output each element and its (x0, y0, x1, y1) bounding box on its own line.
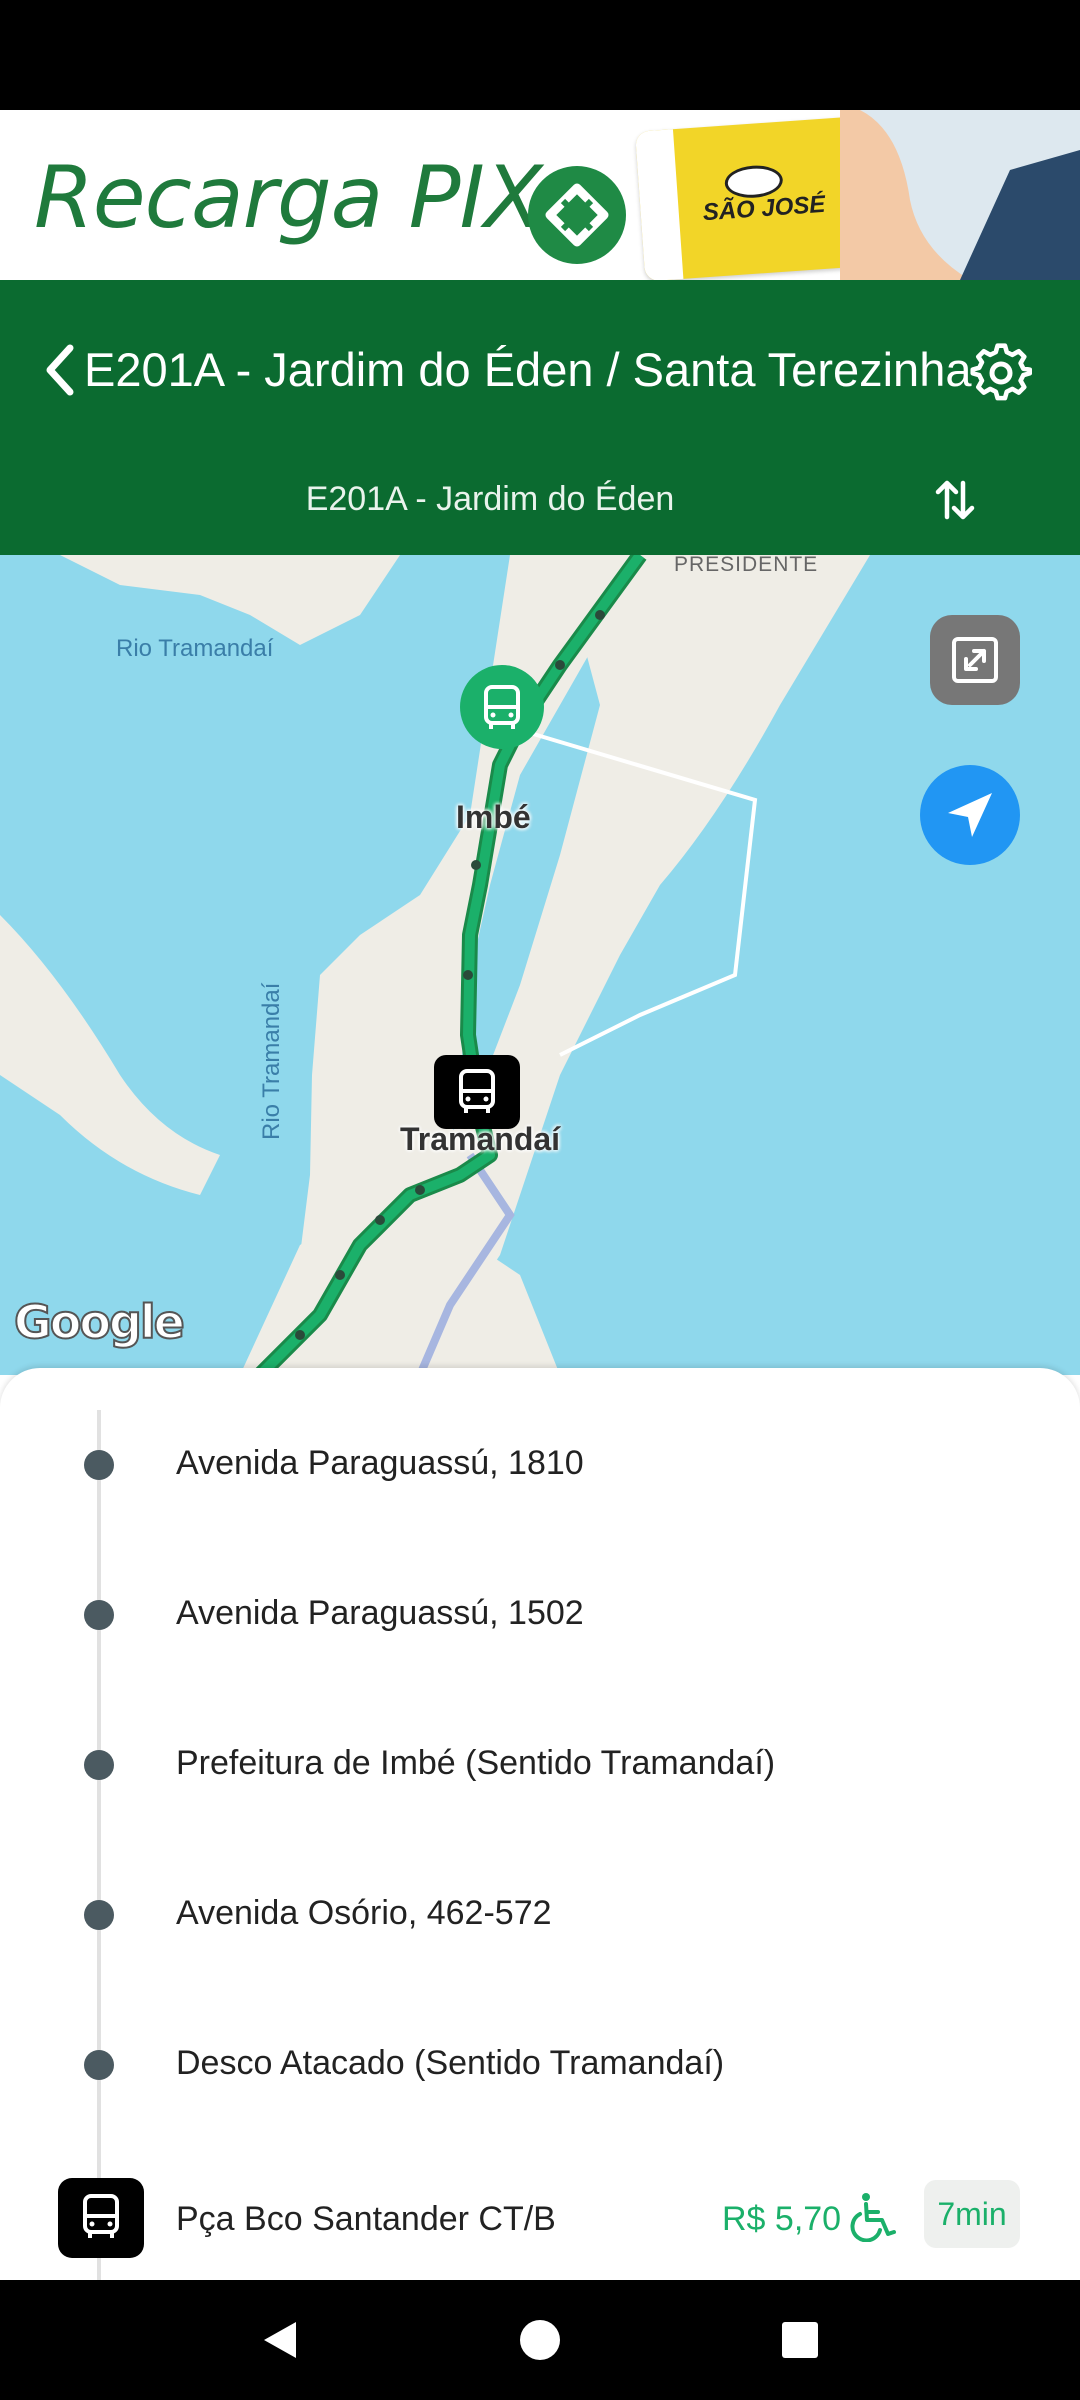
imbe-label: Imbé (456, 799, 531, 835)
stop-name: Avenida Paraguassú, 1502 (176, 1594, 584, 1632)
card-brand-text: SÃO JOSÉ (701, 190, 827, 227)
stop-name: Avenida Paraguassú, 1810 (176, 1444, 584, 1482)
fare-price: R$ 5,70 (722, 2200, 842, 2238)
nav-back-icon[interactable] (260, 2318, 300, 2362)
presidente-label: PRESIDENTE (674, 555, 819, 576)
arrival-time-badge: 7min (924, 2180, 1020, 2248)
android-nav-bar (0, 2280, 1080, 2400)
stop-dot (84, 1900, 114, 1930)
current-stop-name: Pça Bco Santander CT/B (176, 2200, 556, 2238)
tramandai-label: Tramandaí (400, 1121, 561, 1157)
nav-home-icon[interactable] (518, 2318, 562, 2362)
stop-row[interactable]: Avenida Paraguassú, 1502 (0, 1576, 1080, 1656)
stop-dot (84, 1600, 114, 1630)
river-label-vertical: Rio Tramandaí (258, 982, 285, 1140)
stop-row[interactable]: Avenida Osório, 462-572 (0, 1876, 1080, 1956)
direction-label[interactable]: E201A - Jardim do Éden (0, 480, 980, 519)
stop-dot (84, 1450, 114, 1480)
route-map[interactable]: Rio Tramandaí Rio Tramandaí PRESIDENTE I… (0, 555, 1080, 1375)
locate-button[interactable] (920, 765, 1020, 865)
route-title: E201A - Jardim do Éden / Santa Terezinha (84, 343, 972, 396)
expand-icon (952, 637, 998, 683)
banner-title: Recarga PIX (34, 148, 543, 248)
current-bus-marker[interactable] (434, 1055, 520, 1129)
wheelchair-icon (850, 2193, 896, 2242)
swap-vertical-icon[interactable] (930, 475, 980, 525)
stop-dot (84, 2050, 114, 2080)
route-header: E201A - Jardim do Éden / Santa Terezinha… (0, 280, 1080, 555)
stop-name: Prefeitura de Imbé (Sentido Tramandaí) (176, 1744, 776, 1782)
bus-stop-marker[interactable] (460, 665, 544, 749)
expand-map-button[interactable] (930, 615, 1020, 705)
stop-dot (84, 1750, 114, 1780)
bus-icon (459, 1069, 495, 1113)
pix-logo-icon (528, 166, 626, 264)
river-label: Rio Tramandaí (116, 635, 274, 662)
current-stop-row[interactable]: Pça Bco Santander CT/B R$ 5,70 7min (0, 2178, 1080, 2258)
current-stop-bus-marker (58, 2178, 144, 2258)
navigation-arrow-icon (948, 793, 992, 837)
stop-row[interactable]: Desco Atacado (Sentido Tramandaí) (0, 2026, 1080, 2106)
stops-sheet[interactable]: Avenida Paraguassú, 1810 Avenida Paragua… (0, 1368, 1080, 2280)
stop-name: Avenida Osório, 462-572 (176, 1894, 552, 1932)
stop-row[interactable]: Avenida Paraguassú, 1810 (0, 1426, 1080, 1506)
gear-icon[interactable] (970, 342, 1032, 404)
transport-card-image: SÃO JOSÉ (635, 116, 865, 280)
stop-row[interactable]: Prefeitura de Imbé (Sentido Tramandaí) (0, 1726, 1080, 1806)
stop-name: Desco Atacado (Sentido Tramandaí) (176, 2044, 725, 2082)
bus-icon (484, 685, 520, 729)
hand-illustration (840, 110, 1080, 280)
recarga-pix-banner[interactable]: Recarga PIX SÃO JOSÉ (0, 110, 1080, 280)
google-attribution: Google (13, 1294, 186, 1350)
status-bar (0, 0, 1080, 110)
timeline-line (97, 1410, 101, 2280)
bus-icon (83, 2194, 119, 2238)
nav-recents-icon[interactable] (780, 2320, 820, 2360)
back-chevron-icon[interactable] (40, 340, 80, 400)
